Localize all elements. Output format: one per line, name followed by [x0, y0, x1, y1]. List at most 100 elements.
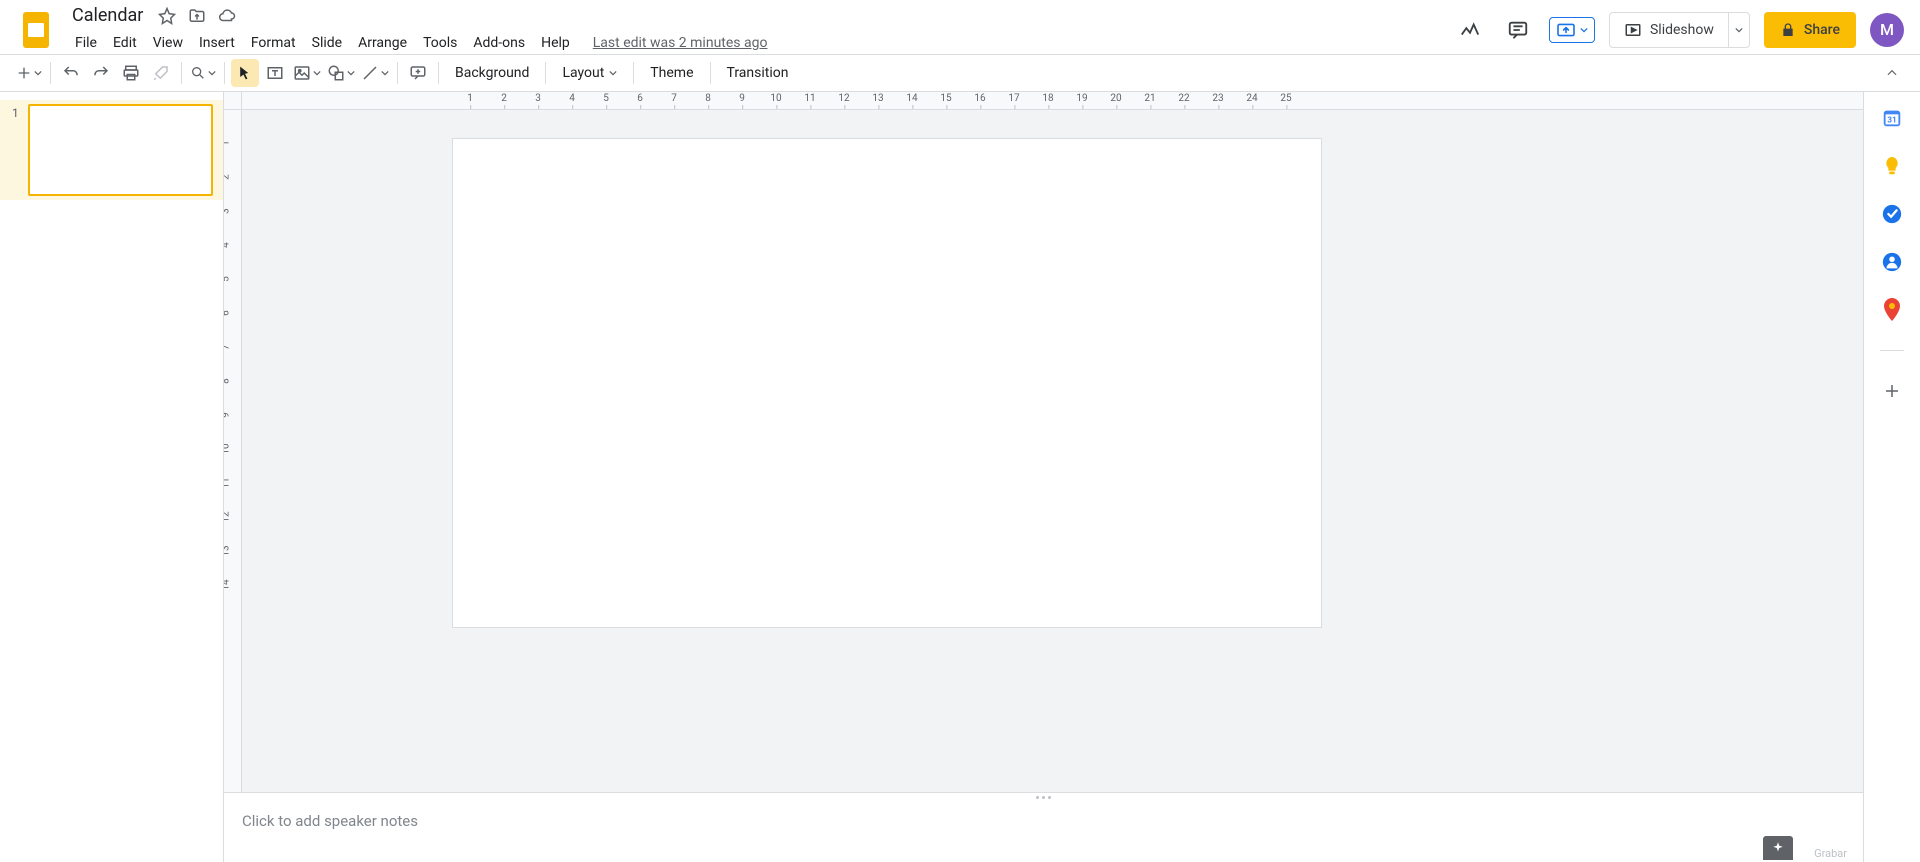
select-tool[interactable] — [231, 59, 259, 87]
comments-icon[interactable] — [1501, 13, 1535, 47]
explore-button[interactable] — [1763, 836, 1793, 860]
menu-file[interactable]: File — [68, 31, 104, 55]
toolbar-separator — [224, 62, 225, 84]
star-icon[interactable] — [157, 6, 177, 26]
ruler-h-tick: 2 — [501, 93, 507, 104]
shape-tool[interactable] — [325, 59, 357, 87]
grabar-label: Grabar — [1814, 847, 1847, 860]
calendar-addon-icon[interactable]: 31 — [1880, 106, 1904, 130]
zoom-button[interactable] — [188, 59, 218, 87]
ruler-h-tick: 5 — [603, 93, 609, 104]
menu-format[interactable]: Format — [244, 31, 303, 55]
ruler-h-tick: 9 — [739, 93, 745, 104]
slide-thumbnail-wrap: 1 — [0, 100, 223, 200]
toolbar-separator — [545, 62, 546, 84]
ruler-h-tick: 19 — [1076, 93, 1087, 104]
ruler-h-tick: 22 — [1178, 93, 1189, 104]
ruler-h-tick: 24 — [1246, 93, 1257, 104]
maps-addon-icon[interactable] — [1880, 298, 1904, 322]
filmstrip: 1 — [0, 92, 224, 862]
side-panel: 31 — [1864, 92, 1920, 862]
ruler-v-tick: 14 — [224, 578, 232, 592]
ruler-h-tick: 1 — [467, 93, 473, 104]
present-to-meeting-button[interactable] — [1549, 17, 1595, 43]
document-title[interactable]: Calendar — [68, 4, 147, 27]
collapse-toolbar-button[interactable] — [1878, 59, 1906, 87]
ruler-h-tick: 4 — [569, 93, 575, 104]
undo-button[interactable] — [57, 59, 85, 87]
side-panel-divider — [1880, 350, 1904, 351]
ruler-h-tick: 15 — [940, 93, 951, 104]
get-addons-icon[interactable] — [1880, 379, 1904, 403]
share-button[interactable]: Share — [1764, 12, 1856, 48]
editor: 1234567891011121314151617181920212223242… — [224, 92, 1864, 862]
menu-tools[interactable]: Tools — [416, 31, 464, 55]
menu-insert[interactable]: Insert — [192, 31, 242, 55]
lock-icon — [1780, 22, 1796, 38]
menu-edit[interactable]: Edit — [106, 31, 144, 55]
new-slide-button[interactable] — [14, 59, 44, 87]
doc-area: Calendar File Edit View Insert Format Sl… — [68, 4, 1453, 56]
tasks-addon-icon[interactable] — [1880, 202, 1904, 226]
comment-tool[interactable] — [404, 59, 432, 87]
menu-addons[interactable]: Add-ons — [466, 31, 532, 55]
slideshow-button[interactable]: Slideshow — [1609, 12, 1750, 48]
app-icon-slides[interactable] — [16, 10, 56, 50]
menu-help[interactable]: Help — [534, 31, 577, 55]
dropdown-caret-icon — [1580, 26, 1588, 34]
menu-slide[interactable]: Slide — [305, 31, 349, 55]
ruler-h-tick: 21 — [1144, 93, 1155, 104]
ruler-h-tick: 23 — [1212, 93, 1223, 104]
ruler-v-tick: 10 — [224, 442, 232, 456]
speaker-notes[interactable]: Click to add speaker notes — [224, 802, 1863, 862]
ruler-h-tick: 14 — [906, 93, 917, 104]
ruler-v-tick: 6 — [224, 306, 232, 320]
ruler-h-tick: 10 — [770, 93, 781, 104]
slide-canvas[interactable] — [452, 138, 1322, 628]
last-edit-link[interactable]: Last edit was 2 minutes ago — [593, 35, 768, 51]
theme-button[interactable]: Theme — [640, 59, 703, 87]
activity-icon[interactable] — [1453, 13, 1487, 47]
redo-button[interactable] — [87, 59, 115, 87]
menu-view[interactable]: View — [146, 31, 190, 55]
ruler-vertical[interactable]: 1234567891011121314 — [224, 110, 242, 792]
ruler-v-tick: 7 — [224, 340, 232, 354]
layout-button[interactable]: Layout — [552, 59, 627, 87]
line-tool[interactable] — [359, 59, 391, 87]
move-folder-icon[interactable] — [187, 6, 207, 26]
ruler-v-tick: 5 — [224, 272, 232, 286]
ruler-h-tick: 3 — [535, 93, 541, 104]
toolbar-separator — [50, 62, 51, 84]
slideshow-label: Slideshow — [1650, 22, 1714, 38]
cloud-status-icon[interactable] — [217, 6, 237, 26]
notes-resize-handle[interactable] — [224, 792, 1863, 802]
image-tool[interactable] — [291, 59, 323, 87]
main-area: 1 12345678910111213141516171819202122232… — [0, 92, 1920, 862]
canvas-wrap[interactable] — [242, 110, 1863, 792]
ruler-h-tick: 20 — [1110, 93, 1121, 104]
textbox-tool[interactable] — [261, 59, 289, 87]
paint-format-button[interactable] — [147, 59, 175, 87]
ruler-h-tick: 7 — [671, 93, 677, 104]
toolbar: Background Layout Theme Transition — [0, 54, 1920, 92]
ruler-h-tick: 8 — [705, 93, 711, 104]
ruler-v-tick: 9 — [224, 408, 232, 422]
ruler-v-tick: 4 — [224, 238, 232, 252]
keep-addon-icon[interactable] — [1880, 154, 1904, 178]
background-button[interactable]: Background — [445, 59, 539, 87]
toolbar-separator — [633, 62, 634, 84]
share-label: Share — [1804, 22, 1840, 38]
menu-arrange[interactable]: Arrange — [351, 31, 414, 55]
ruler-h-tick: 17 — [1008, 93, 1019, 104]
ruler-v-tick: 13 — [224, 544, 232, 558]
account-avatar[interactable]: M — [1870, 13, 1904, 47]
transition-button[interactable]: Transition — [717, 59, 799, 87]
slide-thumbnail[interactable] — [28, 104, 213, 196]
ruler-horizontal[interactable]: 1234567891011121314151617181920212223242… — [224, 92, 1863, 110]
print-button[interactable] — [117, 59, 145, 87]
contacts-addon-icon[interactable] — [1880, 250, 1904, 274]
menu-bar: File Edit View Insert Format Slide Arran… — [68, 30, 1453, 56]
svg-text:31: 31 — [1887, 116, 1896, 126]
ruler-v-tick: 2 — [224, 170, 232, 184]
slideshow-dropdown[interactable] — [1728, 13, 1749, 47]
